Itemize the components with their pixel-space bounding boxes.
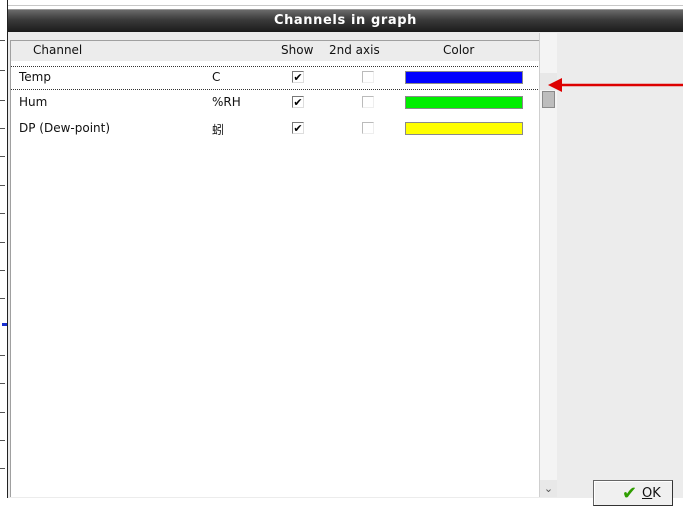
axis-tick: [0, 185, 5, 186]
show-checkbox[interactable]: ✔: [292, 96, 304, 108]
graph-data-mark: [2, 323, 7, 326]
channel-unit: 蚓: [212, 123, 225, 137]
second-axis-checkbox[interactable]: [362, 71, 374, 83]
axis-tick: [0, 40, 5, 41]
axis-tick: [0, 270, 5, 271]
axis-tick: [0, 128, 5, 129]
axis-tick: [0, 298, 5, 299]
ok-button[interactable]: ✔ OK: [593, 480, 673, 506]
color-swatch[interactable]: [405, 71, 523, 84]
column-header-channel[interactable]: Channel: [33, 43, 82, 57]
axis-tick: [0, 156, 5, 157]
channel-row[interactable]: Temp C ✔: [11, 66, 548, 90]
axis-tick: [0, 355, 5, 356]
dialog-titlebar[interactable]: Channels in graph: [8, 9, 683, 32]
channel-name: Temp: [19, 70, 51, 84]
channel-unit: C: [212, 70, 221, 84]
column-header-color[interactable]: Color: [443, 43, 474, 57]
axis-tick: [0, 242, 5, 243]
annotation-arrow: [548, 78, 683, 92]
axis-tick: [0, 412, 5, 413]
channel-list[interactable]: Channel Show 2nd axis Color Temp C ✔ Hum…: [10, 40, 548, 497]
channel-name: Hum: [19, 95, 48, 109]
channel-row[interactable]: DP (Dew-point) 蚓 ✔: [11, 118, 548, 140]
list-scrollbar[interactable]: ⌄: [539, 33, 557, 497]
channel-unit: %RH: [212, 95, 241, 109]
color-swatch[interactable]: [405, 122, 523, 135]
axis-tick: [0, 383, 5, 384]
list-header: Channel Show 2nd axis Color: [11, 41, 548, 61]
axis-tick: [0, 100, 5, 101]
channels-dialog: Channel Show 2nd axis Color Temp C ✔ Hum…: [8, 32, 683, 506]
axis-tick: [0, 440, 5, 441]
second-axis-checkbox[interactable]: [362, 96, 374, 108]
background-graph-edge: [0, 0, 8, 498]
chevron-down-icon[interactable]: ⌄: [540, 480, 557, 497]
second-axis-checkbox[interactable]: [362, 122, 374, 134]
dialog-title: Channels in graph: [273, 13, 418, 28]
axis-tick: [0, 70, 5, 71]
column-header-show[interactable]: Show: [281, 43, 313, 57]
column-header-2nd-axis[interactable]: 2nd axis: [329, 43, 380, 57]
channel-row[interactable]: Hum %RH ✔: [11, 92, 548, 114]
color-swatch[interactable]: [405, 96, 523, 109]
show-checkbox[interactable]: ✔: [292, 122, 304, 134]
ok-label: OK: [642, 486, 661, 501]
show-checkbox[interactable]: ✔: [292, 71, 304, 83]
background-graph-top: [8, 0, 683, 6]
annotation-arrow-head: [548, 78, 562, 92]
checkmark-icon: ✔: [622, 483, 638, 504]
axis-tick: [0, 468, 5, 469]
axis-tick: [0, 213, 5, 214]
channel-name: DP (Dew-point): [19, 121, 111, 135]
scroll-thumb[interactable]: [542, 91, 555, 108]
